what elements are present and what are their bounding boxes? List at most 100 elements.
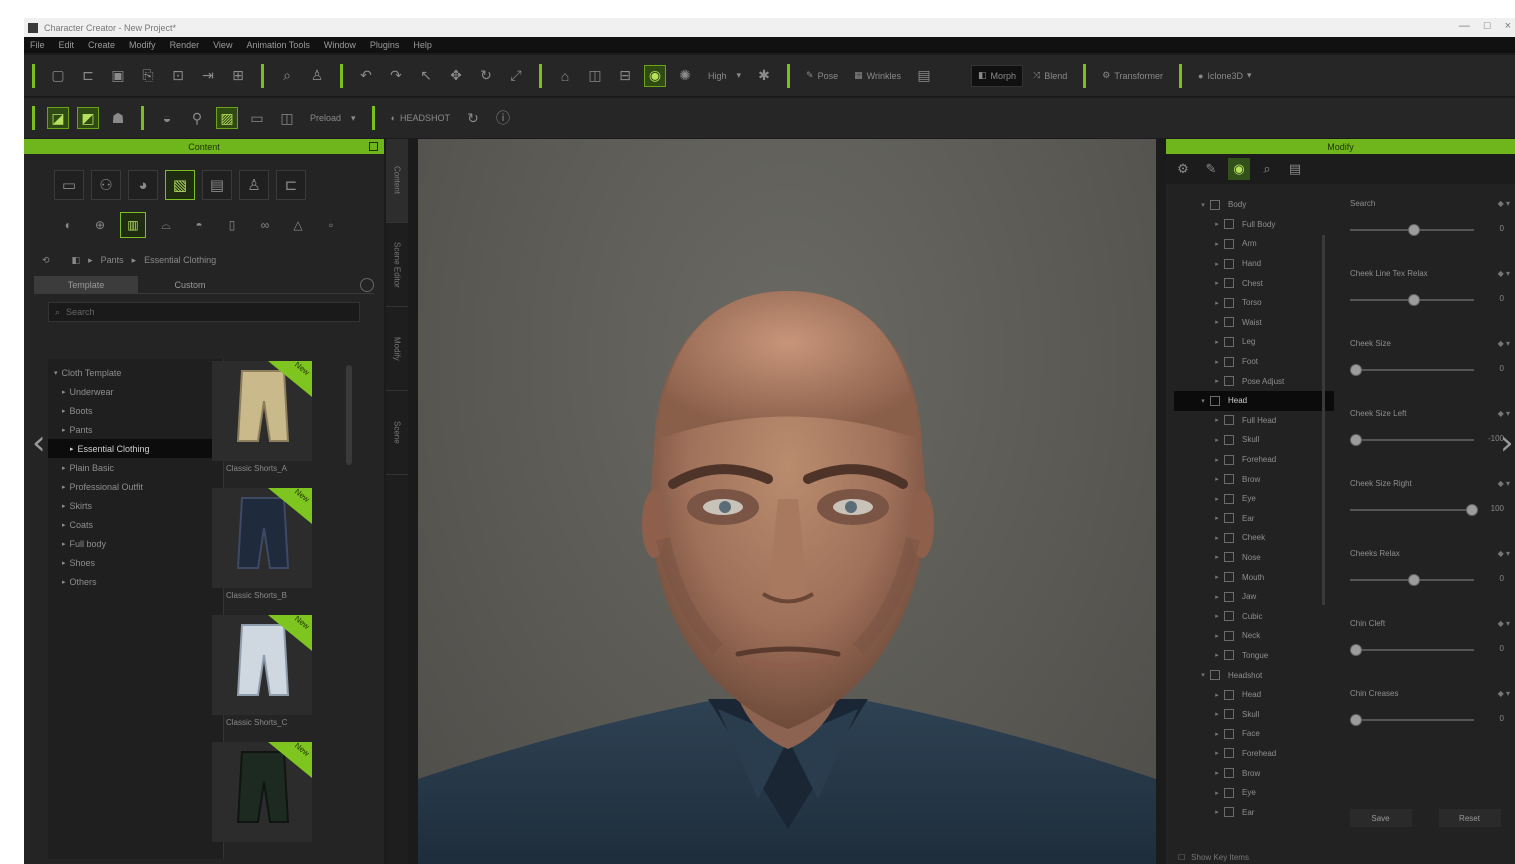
tree-expand-icon[interactable]: ▸ xyxy=(1210,769,1224,777)
morph-tree-item[interactable]: ▸ Tongue xyxy=(1174,646,1334,666)
menu-item-plugins[interactable]: Plugins xyxy=(370,40,400,50)
checkbox[interactable] xyxy=(1224,611,1234,622)
checkbox[interactable] xyxy=(1224,493,1234,504)
keyframe-icon[interactable]: ◆ ▾ xyxy=(1498,339,1510,348)
menu-item-edit[interactable]: Edit xyxy=(59,40,75,50)
frame-icon[interactable]: ◫ xyxy=(584,65,606,87)
tree-item[interactable]: ▸ Shoes xyxy=(48,553,223,572)
tree-item[interactable]: ▸ Essential Clothing xyxy=(48,439,223,458)
morph-sliders-icon[interactable]: ◉ xyxy=(1228,158,1250,180)
morph-tree-item[interactable]: ▸ Brow xyxy=(1174,763,1334,783)
toggle-icon[interactable]: ▤ xyxy=(913,65,935,87)
bottle-icon[interactable]: ▯ xyxy=(219,212,245,238)
hat-icon[interactable]: ◓ xyxy=(186,212,212,238)
grid-icon[interactable]: ⊞ xyxy=(227,65,249,87)
checkbox[interactable] xyxy=(1224,238,1234,249)
select-cursor-icon[interactable]: ↖ xyxy=(415,65,437,87)
side-tab-content[interactable]: Content xyxy=(386,139,408,223)
morph-tree-item[interactable]: ▸ Neck xyxy=(1174,626,1334,646)
checkbox[interactable] xyxy=(1224,630,1234,641)
tree-expand-icon[interactable]: ▸ xyxy=(1210,416,1224,424)
blend-button[interactable]: ⤨ Blend xyxy=(1027,65,1073,87)
clothing-icon[interactable]: ▧ xyxy=(165,170,195,200)
tree-expand-icon[interactable]: ▸ xyxy=(1210,358,1224,366)
checkbox[interactable] xyxy=(1224,748,1234,759)
menu-item-view[interactable]: View xyxy=(213,40,232,50)
morph-tree-item[interactable]: ▸ Face xyxy=(1174,724,1334,744)
info-icon[interactable]: ⓘ xyxy=(492,107,514,129)
morph-tree-item[interactable]: ▸ Eye xyxy=(1174,783,1334,803)
checkbox[interactable] xyxy=(1224,336,1234,347)
tree-expand-icon[interactable]: ▸ xyxy=(62,407,66,415)
morph-tree-item[interactable]: ▸ Forehead xyxy=(1174,744,1334,764)
checkbox[interactable] xyxy=(1224,415,1234,426)
tab-template[interactable]: Template xyxy=(34,276,138,293)
slider-track[interactable] xyxy=(1350,649,1474,651)
slider-value[interactable]: 0 xyxy=(1500,574,1504,583)
tree-item[interactable]: ▸ Boots xyxy=(48,401,223,420)
camera-active-icon[interactable]: ◉ xyxy=(644,64,666,87)
shoe-icon[interactable]: ⌓ xyxy=(153,212,179,238)
breadcrumb-item-essential-clothing[interactable]: Essential Clothing xyxy=(144,255,216,265)
content-item[interactable]: New Classic Shorts_B xyxy=(212,488,312,606)
body-icon[interactable]: ⚇ xyxy=(91,170,121,200)
accessory-icon[interactable]: ▤ xyxy=(202,170,232,200)
tree-expand-icon[interactable]: ▸ xyxy=(62,521,66,529)
properties-icon[interactable]: ⚙ xyxy=(1172,158,1194,180)
checkbox[interactable] xyxy=(1224,513,1234,524)
tree-expand-icon[interactable]: ▸ xyxy=(1210,220,1224,228)
move-icon[interactable]: ✥ xyxy=(445,65,467,87)
settings-icon[interactable]: ✱ xyxy=(753,65,775,87)
tree-expand-icon[interactable]: ▸ xyxy=(62,559,66,567)
checkbox[interactable] xyxy=(1224,356,1234,367)
glasses-icon[interactable]: ∞ xyxy=(252,212,278,238)
zoom-icon[interactable]: ⚲ xyxy=(186,107,208,129)
checkbox[interactable] xyxy=(1224,317,1234,328)
tree-expand-icon[interactable]: ▸ xyxy=(1210,710,1224,718)
tree-expand-icon[interactable]: ▸ xyxy=(1210,475,1224,483)
morph-button[interactable]: ◧ Morph xyxy=(970,64,1023,87)
tree-item[interactable]: ▸ Full body xyxy=(48,534,223,553)
home-icon[interactable]: ⌂ xyxy=(554,65,576,87)
shirt-icon[interactable]: ⊕ xyxy=(87,212,113,238)
slider-handle[interactable] xyxy=(1350,434,1362,446)
morph-tree-item[interactable]: ▸ Brow xyxy=(1174,469,1334,489)
tree-expand-icon[interactable]: ▸ xyxy=(1210,377,1224,385)
tree-expand-icon[interactable]: ▸ xyxy=(62,502,66,510)
brush-icon[interactable]: ✎ xyxy=(1200,158,1222,180)
content-item[interactable]: New Classic Shorts_C xyxy=(212,615,312,733)
checkbox[interactable] xyxy=(1210,199,1220,210)
grid-scrollbar[interactable] xyxy=(346,365,352,465)
morph-tree-item[interactable]: ▸ Hand xyxy=(1174,254,1334,274)
checkbox[interactable] xyxy=(1224,532,1234,543)
refresh-icon[interactable]: ↻ xyxy=(462,107,484,129)
tree-expand-icon[interactable]: ▸ xyxy=(1210,612,1224,620)
pose-figure-icon[interactable]: ♙ xyxy=(239,170,269,200)
menu-item-render[interactable]: Render xyxy=(170,40,200,50)
save-icon[interactable]: ▣ xyxy=(107,65,129,87)
open-folder-icon[interactable]: ⊏ xyxy=(77,65,99,87)
morph-tree-item[interactable]: ▸ Chest xyxy=(1174,273,1334,293)
blank-slot-icon[interactable]: ▫ xyxy=(318,212,344,238)
slider-value[interactable]: 0 xyxy=(1500,364,1504,373)
tree-expand-icon[interactable]: ▾ xyxy=(54,369,58,377)
list-icon[interactable]: ▤ xyxy=(1284,158,1306,180)
iclone-export-button[interactable]: ● Iclone3D ▾ xyxy=(1192,65,1258,87)
morph-tree-item[interactable]: ▸ Skull xyxy=(1174,704,1334,724)
headshot-button[interactable]: ◐ HEADSHOT xyxy=(385,107,456,129)
tree-item[interactable]: ▸ Others xyxy=(48,572,223,591)
tree-expand-icon[interactable]: ▸ xyxy=(1210,593,1224,601)
folder-icon[interactable]: ▭ xyxy=(54,170,84,200)
hair-icon[interactable]: ◖ xyxy=(54,212,80,238)
edit-mode-icon[interactable]: ◪ xyxy=(47,107,69,129)
camera-icon[interactable]: ▭ xyxy=(246,107,268,129)
slider-track[interactable] xyxy=(1350,439,1474,441)
quality-dropdown[interactable]: High ▾ xyxy=(700,66,749,86)
morph-tree-item[interactable]: ▸ Ear xyxy=(1174,802,1334,822)
morph-tree-item[interactable]: ▸ Torso xyxy=(1174,293,1334,313)
pin-icon[interactable] xyxy=(369,142,378,151)
preset-dropdown[interactable]: Preload ▾ xyxy=(302,108,364,128)
morph-tree-item[interactable]: ▸ Forehead xyxy=(1174,450,1334,470)
minimize-button[interactable]: — xyxy=(1459,20,1470,32)
slider-value[interactable]: 100 xyxy=(1491,504,1504,513)
